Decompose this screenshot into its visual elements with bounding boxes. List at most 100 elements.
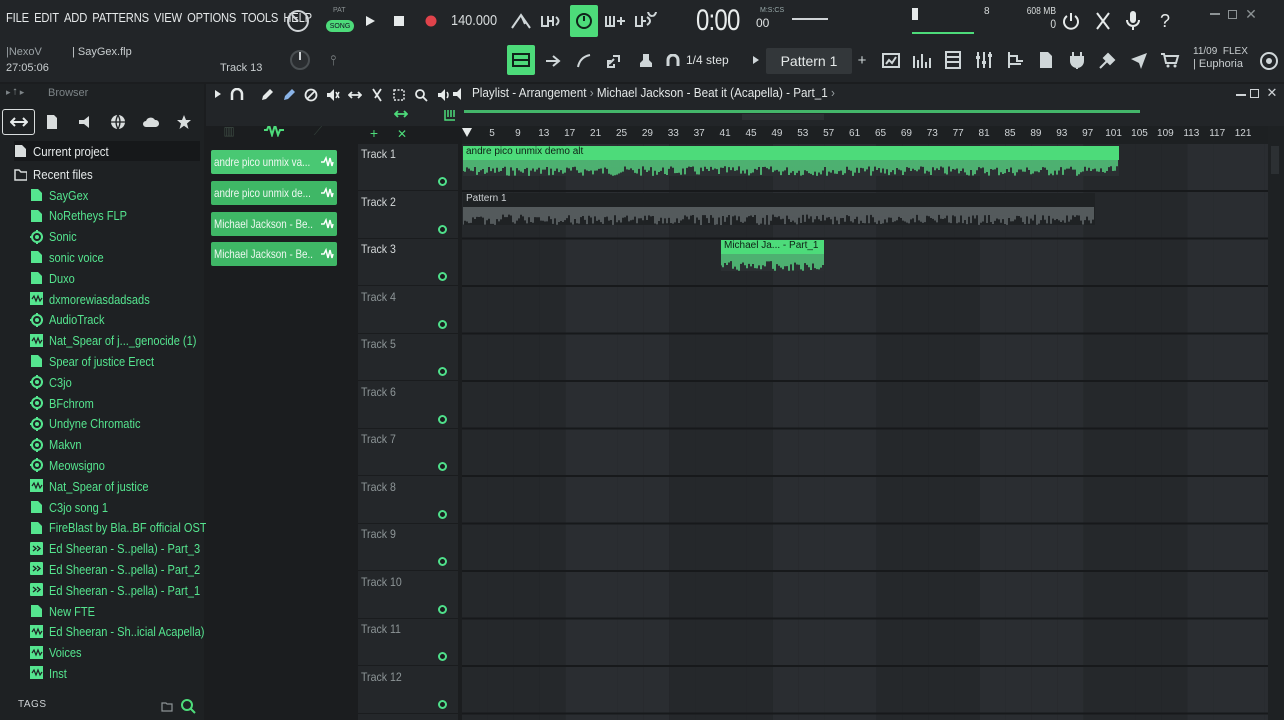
stop-button[interactable] [386, 8, 412, 34]
magnet-snap-icon[interactable] [230, 88, 244, 102]
maximize-icon[interactable] [1228, 10, 1237, 19]
help-icon[interactable]: ? [1152, 8, 1178, 34]
pat-label[interactable]: PAT [333, 7, 346, 14]
close-icon[interactable]: ✕ [1244, 6, 1258, 22]
add-track-icon[interactable]: + [368, 125, 380, 141]
scroll-thumb[interactable] [742, 114, 824, 120]
arrangement-speaker-icon[interactable] [450, 86, 466, 102]
browser-file-item[interactable]: NoRetheys FLP [30, 206, 202, 226]
menu-tools[interactable]: TOOLS [241, 10, 278, 25]
browser-file-item[interactable]: Sonic [30, 227, 202, 247]
vertical-scrollbar[interactable] [1268, 126, 1284, 720]
snap-selector[interactable]: 1/4 step [686, 53, 729, 67]
browser-file-item[interactable]: C3jo [30, 372, 202, 392]
track-header[interactable]: Track 5 [358, 334, 458, 381]
picker-item[interactable]: Michael Jackson - Be... [211, 242, 337, 266]
wait-for-input-icon[interactable] [539, 8, 565, 34]
link-icon[interactable] [602, 48, 628, 74]
menu-view[interactable]: VIEW [154, 10, 182, 25]
playlist-close-icon[interactable]: ✕ [1265, 85, 1279, 100]
timeline-ruler[interactable]: 5 9 13 17 21 25 29 33 37 41 45 49 53 57 61 65 69 73 77 81 85… [462, 126, 1268, 144]
tempo-display[interactable]: 140.000 [451, 12, 497, 29]
curve-tool-icon[interactable] [571, 48, 597, 74]
add-pattern-icon[interactable]: + [855, 52, 869, 69]
track-mute-led[interactable] [438, 367, 447, 376]
track-header[interactable]: Track 11 [358, 619, 458, 666]
track-header[interactable]: Track 8 [358, 477, 458, 524]
new-folder-icon[interactable] [160, 699, 174, 713]
menu-patterns[interactable]: PATTERNS [92, 10, 149, 25]
pencil-tool-icon[interactable] [260, 88, 274, 102]
pan-knob[interactable] [288, 48, 312, 72]
browser-file-item[interactable]: Voices [30, 643, 202, 663]
paint-tool-icon[interactable] [282, 88, 296, 102]
track-mute-led[interactable] [438, 557, 447, 566]
picker-item[interactable]: andre pico unmix va... [211, 150, 337, 174]
select-tool-icon[interactable] [392, 88, 406, 102]
tab-cloud-icon[interactable] [134, 109, 167, 135]
audio-clip[interactable]: Michael Ja... - Part_1 [721, 240, 824, 285]
track-header[interactable]: Track 2 [358, 192, 458, 239]
master-volume-knob[interactable] [285, 8, 311, 34]
pattern-clip[interactable]: Pattern 1 [463, 193, 1095, 239]
mute-tool-icon[interactable] [326, 88, 340, 102]
search-icon[interactable] [179, 697, 197, 715]
browser-arrows-icon[interactable]: ▸ ⭡ ▸ [6, 87, 24, 98]
browser-file-item[interactable]: C3jo song 1 [30, 497, 202, 517]
playlist-maximize-icon[interactable] [1250, 89, 1259, 98]
track-header[interactable]: Track 9 [358, 524, 458, 571]
track-mute-led[interactable] [438, 699, 447, 709]
menu-file[interactable]: FILE [6, 10, 29, 25]
browser-file-item[interactable]: sonic voice [30, 247, 202, 267]
playback-tool-icon[interactable] [436, 88, 450, 102]
horizontal-scrollbar[interactable] [464, 110, 1140, 113]
delete-tool-icon[interactable] [304, 88, 318, 102]
track-mute-led[interactable] [438, 319, 447, 329]
browser-file-item[interactable]: Meowsigno [30, 455, 202, 475]
playhead-marker[interactable] [462, 128, 472, 137]
stamp-icon[interactable] [633, 48, 659, 74]
browser-file-item[interactable]: Makvn [30, 435, 202, 455]
track-header[interactable]: Track 6 [358, 382, 458, 429]
slip-tool-icon[interactable] [348, 88, 362, 102]
playlist-minimize-icon[interactable] [1236, 94, 1246, 96]
picker-item[interactable]: Michael Jackson - Be... [211, 212, 337, 236]
audio-clip[interactable]: andre pico unmix demo alt [463, 146, 1119, 190]
record-button[interactable] [418, 8, 444, 34]
track-mute-led[interactable] [438, 414, 447, 424]
piano-roll-icon[interactable] [940, 47, 966, 73]
tools-icon[interactable] [1090, 8, 1116, 34]
track-header[interactable]: Track 1 [358, 144, 458, 191]
tab-all-icon[interactable] [2, 109, 35, 135]
browser-category-current-project[interactable]: Current project [14, 141, 200, 161]
metronome-icon[interactable] [508, 8, 534, 34]
browser-file-item[interactable]: Nat_Spear of j..._genocide (1) [30, 331, 202, 351]
mixer-track-icon[interactable] [878, 47, 904, 73]
countdown-toggle-icon[interactable] [570, 5, 598, 37]
pattern-prev-icon[interactable] [750, 52, 762, 68]
tab-web-icon[interactable] [101, 109, 134, 135]
track-header[interactable]: Track 4 [358, 287, 458, 334]
tab-plugin-icon[interactable] [68, 109, 101, 135]
browser-file-item[interactable]: Undyne Chromatic [30, 414, 202, 434]
track-header[interactable]: Track 10 [358, 572, 458, 619]
power-icon[interactable] [1058, 8, 1084, 34]
browser-file-item[interactable]: dxmorewiasdadsads [30, 289, 202, 309]
picker-automation-icon[interactable]: ⟋ [310, 124, 326, 138]
pattern-selector[interactable]: Pattern 1 [766, 48, 852, 74]
browser-file-item[interactable]: Ed Sheeran - S..pella) - Part_1 [30, 580, 202, 600]
browser-file-icon[interactable] [1033, 47, 1059, 73]
routing-icon[interactable] [1002, 47, 1028, 73]
menu-add[interactable]: ADD [64, 10, 87, 25]
zoom-tool-icon[interactable] [414, 88, 428, 102]
vertical-scroll-thumb[interactable] [1271, 146, 1279, 174]
news-panel[interactable]: 11/09 FLEX | Euphoria [1193, 46, 1248, 70]
song-mode-toggle[interactable]: SONG [326, 20, 354, 32]
minimize-icon[interactable] [1210, 13, 1220, 15]
menu-edit[interactable]: EDIT [34, 10, 59, 25]
slice-tool-icon[interactable] [370, 88, 384, 102]
tab-favorites-icon[interactable] [167, 109, 200, 135]
track-header[interactable]: Track 12 [358, 667, 458, 714]
browser-file-item[interactable]: Nat_Spear of justice [30, 476, 202, 496]
track-header[interactable]: Track 7 [358, 429, 458, 476]
